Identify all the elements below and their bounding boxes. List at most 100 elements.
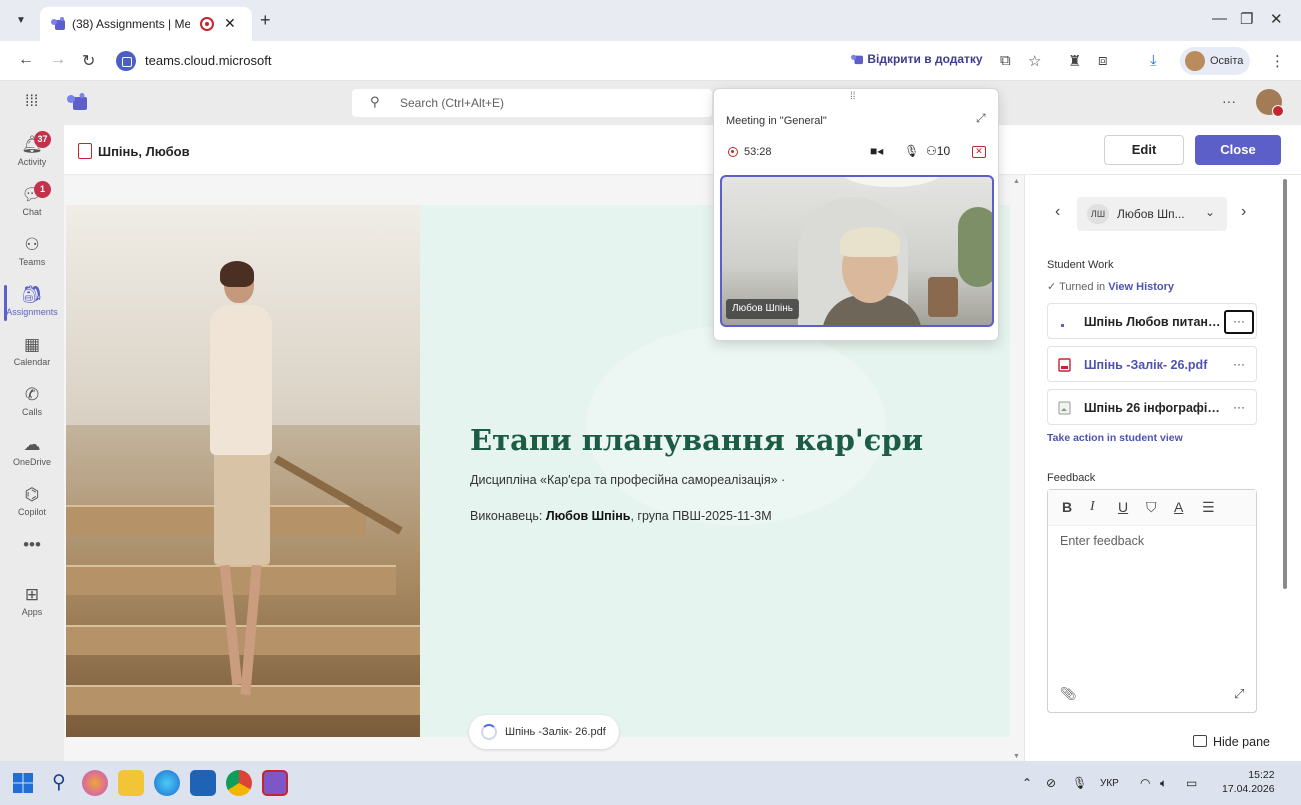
panel-scrollbar[interactable] [1283,179,1287,589]
bold-icon[interactable]: B [1062,499,1072,515]
attachment-more-button[interactable]: ··· [1224,310,1254,334]
rail-label: Copilot [17,507,46,517]
chrome-icon[interactable] [226,770,252,796]
hide-pane-button[interactable]: Hide pane [1193,735,1270,749]
puzzle-icon[interactable]: ⧈ [1098,52,1108,69]
reload-icon[interactable]: ↻ [82,51,95,71]
tray-expand-icon[interactable]: ⌃ [1022,776,1032,790]
system-clock[interactable]: 15:22 17.04.2026 [1222,768,1275,796]
site-info-icon[interactable] [116,51,136,71]
forward-arrow-icon[interactable]: → [50,51,66,69]
tray-app-icon[interactable]: ⊘ [1046,776,1056,790]
viber-icon[interactable] [262,770,288,796]
rail-item-copilot[interactable]: ⌬ Copilot [0,479,64,529]
copilot-app-icon[interactable] [82,770,108,796]
extension-icon[interactable]: ♜ [1068,52,1081,70]
user-avatar[interactable] [1256,89,1284,117]
back-arrow-icon[interactable]: ← [18,51,34,69]
highlight-icon[interactable]: ⛉ [1146,499,1157,516]
figure-blouse [210,305,272,455]
rail-item-assignments[interactable]: 🎒︎ Assignments [0,279,64,329]
underline-icon[interactable]: U [1118,499,1128,515]
rail-item-chat[interactable]: 💬︎ Chat 1 [0,179,64,229]
file-pill-name: Шпінь -Залік- 26.pdf [505,726,606,738]
next-student-icon[interactable]: › [1241,203,1246,221]
student-selector[interactable]: ЛШ Любов Шп... ⌄ [1077,197,1227,231]
search-icon[interactable]: ⚲ [46,770,72,796]
windows-start-icon[interactable] [10,770,36,796]
attachment-item[interactable]: Шпінь Любов питанн... ··· [1047,303,1257,339]
close-button[interactable]: Close [1195,135,1281,165]
attachment-name: Шпінь -Залік- 26.pdf [1084,358,1208,372]
rail-more-apps[interactable]: ••• [0,529,64,579]
tray-mic-icon[interactable]: 🎙︎ [1072,776,1087,790]
minimize-window-icon[interactable]: — [1212,10,1227,27]
camera-icon[interactable]: ■◂ [870,144,883,158]
keyboard-language[interactable]: УКР [1100,778,1119,789]
meeting-compact-window[interactable]: ⁞⁞ Meeting in "General" ⤢ 53:28 ■◂ 🎙︎ ⚇1… [713,88,999,341]
hide-pane-label: Hide pane [1213,735,1270,749]
browser-tab-active[interactable]: (38) Assignments | Meeting ✕ [40,7,252,41]
profile-button[interactable]: Освіта [1180,47,1250,75]
more-options-icon[interactable]: ··· [1222,93,1236,109]
activity-badge: 37 [34,131,51,148]
feedback-toolbar: B I U ⛉ A ☰ [1048,490,1256,526]
feedback-placeholder: Enter feedback [1060,534,1145,548]
viewer-scrollbar[interactable]: ▲ ▼ [1012,178,1022,760]
scroll-down-icon[interactable]: ▼ [1013,753,1020,760]
close-tab-icon[interactable]: ✕ [224,15,236,32]
attach-paperclip-icon[interactable]: 📎︎ [1060,686,1077,702]
attachment-item[interactable]: Шпінь -Залік- 26.pdf ··· [1047,346,1257,382]
microphone-icon[interactable]: 🎙︎ [904,144,919,158]
tab-list-dropdown-icon[interactable]: ▼ [12,12,30,30]
scroll-up-icon[interactable]: ▲ [1013,178,1020,185]
font-color-icon[interactable]: A [1174,499,1183,515]
view-history-link[interactable]: View History [1108,281,1174,293]
new-tab-button[interactable]: + [260,10,271,31]
battery-icon[interactable]: ▭ [1186,776,1197,790]
browser-menu-icon[interactable]: ⋮ [1270,52,1285,70]
author-name: Любов Шпінь [545,509,631,523]
rail-item-calendar[interactable]: ▦ Calendar [0,329,64,379]
participants-button[interactable]: ⚇10 [926,144,950,158]
browser-tab-bar: ▼ (38) Assignments | Meeting ✕ + — ❐ ✕ [0,0,1301,41]
file-explorer-icon[interactable] [118,770,144,796]
rail-item-activity[interactable]: 🔔︎ Activity 37 [0,129,64,179]
file-loading-pill[interactable]: Шпінь -Залік- 26.pdf [469,715,619,749]
feedback-editor[interactable]: B I U ⛉ A ☰ Enter feedback 📎︎ ⤢ [1047,489,1257,713]
rail-item-apps[interactable]: ⊞ Apps [0,579,64,629]
expand-meeting-icon[interactable]: ⤢ [976,111,986,126]
wifi-icon[interactable]: ◠ [1140,776,1150,790]
rail-item-calls[interactable]: ✆ Calls [0,379,64,429]
edit-button[interactable]: Edit [1104,135,1184,165]
expand-editor-icon[interactable]: ⤢ [1234,686,1244,702]
open-in-app-button[interactable]: Відкрити в додатку [850,52,983,66]
feedback-heading: Feedback [1047,472,1096,484]
store-icon[interactable] [190,770,216,796]
rail-item-onedrive[interactable]: ☁︎ OneDrive [0,429,64,479]
drag-handle-icon[interactable]: ⁞⁞ [850,91,856,102]
open-in-app-label: Відкрити в додатку [867,52,983,66]
attachment-more-button[interactable]: ··· [1224,353,1254,377]
app-rail: 🔔︎ Activity 37 💬︎ Chat 1 ⚇ Teams 🎒︎ Assi… [0,125,64,761]
edge-icon[interactable] [154,770,180,796]
attachment-item[interactable]: Шпінь 26 інфографіка... ··· [1047,389,1257,425]
figure-hair [220,261,254,287]
leave-meeting-icon[interactable]: ✕ [972,146,986,158]
bookmark-star-icon[interactable]: ☆ [1028,52,1041,70]
bullet-list-icon[interactable]: ☰ [1202,499,1215,516]
attachment-more-button[interactable]: ··· [1224,396,1254,420]
previous-student-icon[interactable]: ‹ [1055,203,1060,221]
restore-window-icon[interactable]: ❐ [1240,10,1253,28]
student-initials-avatar: ЛШ [1087,204,1109,224]
italic-icon[interactable]: I [1090,499,1095,515]
download-icon[interactable]: ⤓ [1150,52,1157,69]
app-launcher-icon[interactable]: ⁞⁞⁞ [25,93,38,111]
translate-icon[interactable]: ⧉ [1000,52,1011,69]
rail-item-teams[interactable]: ⚇ Teams [0,229,64,279]
search-box[interactable]: ⚲ Search (Ctrl+Alt+E) [352,89,712,117]
close-window-icon[interactable]: ✕ [1270,10,1283,28]
volume-icon[interactable]: 🔈︎ [1160,776,1167,791]
slide-title: Етапи планування кар'єри [470,423,924,457]
take-action-link[interactable]: Take action in student view [1047,432,1183,444]
